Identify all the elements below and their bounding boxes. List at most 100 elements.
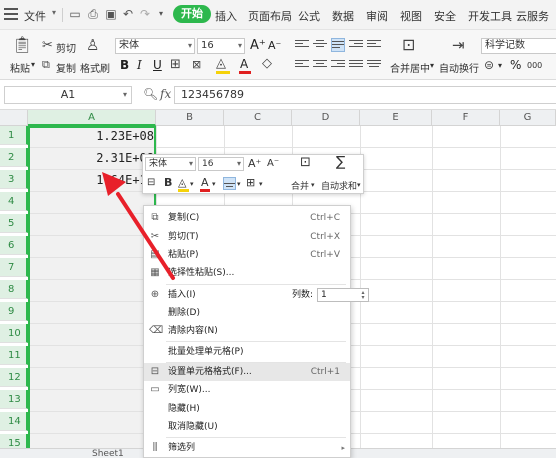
format-icon[interactable]: ⊟ — [147, 177, 155, 189]
column-header-g[interactable]: G — [500, 110, 556, 126]
tab-view[interactable]: 视图 — [400, 8, 422, 24]
chevron-down-icon[interactable]: ▾ — [311, 179, 315, 191]
currency-icon[interactable]: ⊜ — [484, 58, 494, 72]
column-header-f[interactable]: F — [432, 110, 500, 126]
tab-developer[interactable]: 开发工具 — [468, 8, 512, 24]
format-painter-button[interactable]: 格式刷 — [80, 60, 110, 75]
columns-count-input[interactable]: 1 ▴ ▾ — [317, 288, 369, 302]
tab-security[interactable]: 安全 — [434, 8, 456, 24]
copy-button[interactable]: 复制 — [56, 60, 76, 75]
tab-cloud-service[interactable]: 云服务 — [516, 8, 549, 24]
align-bottom-icon[interactable] — [331, 38, 345, 52]
font-name-select[interactable]: 宋体 ▾ — [115, 38, 195, 54]
bold-button[interactable]: B — [164, 177, 172, 189]
zoom-icon[interactable]: 🔍︎ — [143, 87, 158, 101]
font-size-select[interactable]: 16 ▾ — [197, 38, 245, 54]
chevron-down-icon[interactable]: ▾ — [154, 8, 168, 20]
row-header-2[interactable]: 2 — [0, 148, 28, 167]
align-right-icon[interactable] — [331, 58, 345, 72]
border-icon[interactable]: ⊞ — [246, 177, 255, 189]
column-header-d[interactable]: D — [292, 110, 360, 126]
menu-item-insert[interactable]: ⊕ 插入(I) 列数: 1 ▴ ▾ — [144, 286, 369, 304]
thousands-button[interactable]: 000 — [527, 61, 542, 70]
menu-item-column-width[interactable]: ▭ 列宽(W)... — [144, 381, 350, 399]
row-header-4[interactable]: 4 — [0, 192, 28, 211]
align-top-icon[interactable] — [295, 38, 309, 52]
autosum-button[interactable]: 自动求和 — [321, 179, 357, 192]
chevron-down-icon[interactable]: ▾ — [259, 178, 263, 190]
tab-review[interactable]: 审阅 — [366, 8, 388, 24]
column-header-c[interactable]: C — [224, 110, 292, 126]
hamburger-icon[interactable] — [4, 8, 18, 20]
formula-input[interactable]: 123456789 — [174, 86, 556, 104]
tab-home[interactable]: 开始 — [173, 5, 211, 23]
tab-formulas[interactable]: 公式 — [298, 8, 320, 24]
row-header-3[interactable]: 3 — [0, 170, 28, 189]
column-header-e[interactable]: E — [360, 110, 432, 126]
chevron-down-icon[interactable]: ▾ — [430, 61, 434, 70]
file-menu[interactable]: 文件 — [24, 8, 46, 24]
menu-item-clear[interactable]: ⌫ 清除内容(N) — [144, 322, 350, 340]
decrease-font-icon[interactable]: A⁻ — [268, 39, 281, 53]
row-header-14[interactable]: 14 — [0, 412, 28, 431]
row-header-11[interactable]: 11 — [0, 346, 28, 365]
wrap-text-button[interactable]: 自动换行 — [439, 60, 479, 75]
wrap-text-icon[interactable]: ⇥ — [452, 38, 465, 53]
merge-center-icon[interactable]: ⊡ — [402, 37, 415, 53]
copy-icon[interactable]: ⧉ — [42, 58, 50, 72]
chevron-down-icon[interactable]: ▾ — [498, 61, 502, 70]
undo-icon[interactable]: ↶ — [121, 8, 135, 20]
font-color-icon[interactable]: A — [240, 57, 248, 71]
merge-center-button[interactable]: 合并居中 — [390, 60, 430, 75]
menu-item-batch-process[interactable]: 批量处理单元格(P) — [144, 343, 350, 361]
print-preview-icon[interactable]: ▣ — [104, 8, 118, 20]
save-icon[interactable]: ▭ — [68, 8, 82, 20]
bold-button[interactable]: B — [120, 58, 129, 72]
align-left-icon[interactable] — [295, 58, 309, 72]
font-color-icon[interactable]: A — [201, 177, 209, 189]
justify-icon[interactable] — [349, 58, 363, 72]
paste-button[interactable]: 粘贴 — [10, 60, 30, 75]
row-header-1[interactable]: 1 — [0, 126, 28, 145]
fx-icon[interactable]: fx — [160, 87, 171, 101]
eraser-icon[interactable]: ◇ — [262, 57, 272, 71]
chevron-down-icon[interactable]: ▾ — [237, 178, 241, 190]
align-bottom-icon[interactable] — [223, 177, 236, 190]
row-header-13[interactable]: 13 — [0, 390, 28, 409]
column-header-a[interactable]: A — [28, 110, 156, 126]
redo-icon[interactable]: ↷ — [138, 8, 152, 20]
chevron-down-icon[interactable]: ▾ — [190, 178, 194, 190]
chevron-down-icon[interactable]: ▾ — [31, 60, 35, 69]
name-box[interactable]: A1 ▾ — [4, 86, 132, 104]
cut-button[interactable]: 剪切 — [56, 40, 76, 55]
row-header-12[interactable]: 12 — [0, 368, 28, 387]
menu-item-format-cells[interactable]: ⊟ 设置单元格格式(F)... Ctrl+1 — [144, 363, 350, 381]
align-center-icon[interactable] — [313, 58, 327, 72]
cell-style-icon[interactable]: ⊠ — [192, 58, 201, 72]
merge-icon[interactable]: ⊡ — [300, 156, 311, 169]
fill-color-icon[interactable]: ◬ — [216, 57, 226, 71]
print-icon[interactable]: ⎙ — [86, 8, 100, 20]
chevron-down-icon[interactable]: ▾ — [52, 8, 56, 17]
merge-button[interactable]: 合并 — [291, 179, 309, 192]
outdent-icon[interactable] — [367, 38, 381, 52]
mini-font-name-select[interactable]: 宋体 ▾ — [145, 157, 196, 171]
fill-color-icon[interactable]: ◬ — [178, 177, 186, 189]
chevron-down-icon[interactable]: ▾ — [357, 179, 361, 191]
row-header-10[interactable]: 10 — [0, 324, 28, 343]
select-all-corner[interactable] — [0, 110, 28, 126]
menu-item-paste-special[interactable]: ▦ 选择性粘贴(S)... — [144, 264, 350, 282]
spinner-icon[interactable]: ▴ ▾ — [359, 290, 367, 301]
align-middle-icon[interactable] — [313, 38, 327, 52]
number-format-select[interactable]: 科学记数 — [481, 38, 556, 54]
underline-button[interactable]: U — [153, 58, 162, 72]
border-icon[interactable]: ⊞ — [170, 58, 181, 72]
menu-item-paste[interactable]: ▤ 粘贴(P) Ctrl+V — [144, 246, 350, 264]
row-header-7[interactable]: 7 — [0, 258, 28, 277]
tab-data[interactable]: 数据 — [332, 8, 354, 24]
paste-icon[interactable]: 📋︎ — [12, 37, 32, 53]
format-painter-icon[interactable]: ♙ — [86, 38, 99, 53]
tab-page-layout[interactable]: 页面布局 — [248, 8, 292, 24]
sheet-tab[interactable]: Sheet1 — [92, 450, 124, 458]
menu-item-copy[interactable]: ⧉ 复制(C) Ctrl+C — [144, 209, 350, 227]
